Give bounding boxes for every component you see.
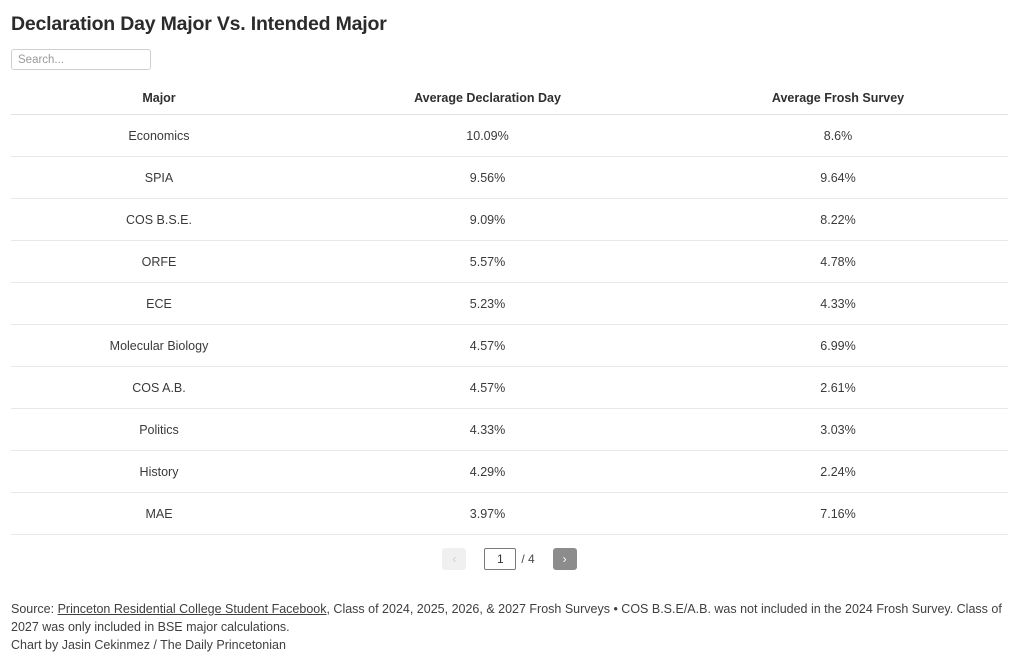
table-row: MAE 3.97% 7.16% [11,492,1008,535]
pagination: ‹ / 4 › [11,547,1008,571]
cell-frosh-survey: 2.61% [668,366,1008,409]
cell-declaration-day: 3.97% [307,492,668,535]
cell-frosh-survey: 4.33% [668,282,1008,325]
footnote: Source: Princeton Residential College St… [11,600,1009,654]
cell-declaration-day: 5.23% [307,282,668,325]
cell-major: ECE [11,282,307,325]
cell-declaration-day: 5.57% [307,240,668,283]
page-title: Declaration Day Major Vs. Intended Major [11,13,387,35]
search-input[interactable] [11,49,151,70]
source-link[interactable]: Princeton Residential College Student Fa… [58,602,327,616]
cell-declaration-day: 4.33% [307,408,668,451]
column-header-major[interactable]: Major [11,85,307,115]
cell-major: Molecular Biology [11,324,307,367]
column-header-frosh[interactable]: Average Frosh Survey [668,85,1008,115]
table-row: History 4.29% 2.24% [11,450,1008,493]
cell-declaration-day: 9.56% [307,156,668,199]
table-row: SPIA 9.56% 9.64% [11,156,1008,199]
chart-page: Declaration Day Major Vs. Intended Major… [0,0,1020,665]
cell-frosh-survey: 6.99% [668,324,1008,367]
table-row: ECE 5.23% 4.33% [11,282,1008,325]
table-header-row: Major Average Declaration Day Average Fr… [11,85,1008,115]
cell-major: History [11,450,307,493]
data-table: Major Average Declaration Day Average Fr… [11,85,1008,535]
table-row: COS B.S.E. 9.09% 8.22% [11,198,1008,241]
previous-page-button[interactable]: ‹ [442,548,467,570]
cell-declaration-day: 4.57% [307,324,668,367]
table-header: Major Average Declaration Day Average Fr… [11,85,1008,115]
cell-frosh-survey: 7.16% [668,492,1008,535]
table-body: Economics 10.09% 8.6% SPIA 9.56% 9.64% C… [11,114,1008,535]
cell-major: Economics [11,114,307,157]
cell-declaration-day: 10.09% [307,114,668,157]
cell-frosh-survey: 8.6% [668,114,1008,157]
cell-declaration-day: 4.57% [307,366,668,409]
source-prefix: Source: [11,602,58,616]
cell-frosh-survey: 9.64% [668,156,1008,199]
column-header-declaration[interactable]: Average Declaration Day [307,85,668,115]
cell-major: COS B.S.E. [11,198,307,241]
next-page-button[interactable]: › [552,548,577,570]
chart-credit: Chart by Jasin Cekinmez / The Daily Prin… [11,638,286,652]
search-row [11,49,1009,71]
table-row: ORFE 5.57% 4.78% [11,240,1008,283]
cell-frosh-survey: 2.24% [668,450,1008,493]
cell-major: Politics [11,408,307,451]
table-row: Politics 4.33% 3.03% [11,408,1008,451]
table-row: COS A.B. 4.57% 2.61% [11,366,1008,409]
cell-frosh-survey: 3.03% [668,408,1008,451]
cell-declaration-day: 4.29% [307,450,668,493]
cell-major: COS A.B. [11,366,307,409]
total-pages-label: / 4 [521,552,535,566]
table-row: Molecular Biology 4.57% 6.99% [11,324,1008,367]
cell-declaration-day: 9.09% [307,198,668,241]
cell-major: SPIA [11,156,307,199]
page-number-input[interactable] [484,548,517,570]
table-row: Economics 10.09% 8.6% [11,114,1008,157]
cell-frosh-survey: 4.78% [668,240,1008,283]
cell-major: ORFE [11,240,307,283]
cell-major: MAE [11,492,307,535]
cell-frosh-survey: 8.22% [668,198,1008,241]
